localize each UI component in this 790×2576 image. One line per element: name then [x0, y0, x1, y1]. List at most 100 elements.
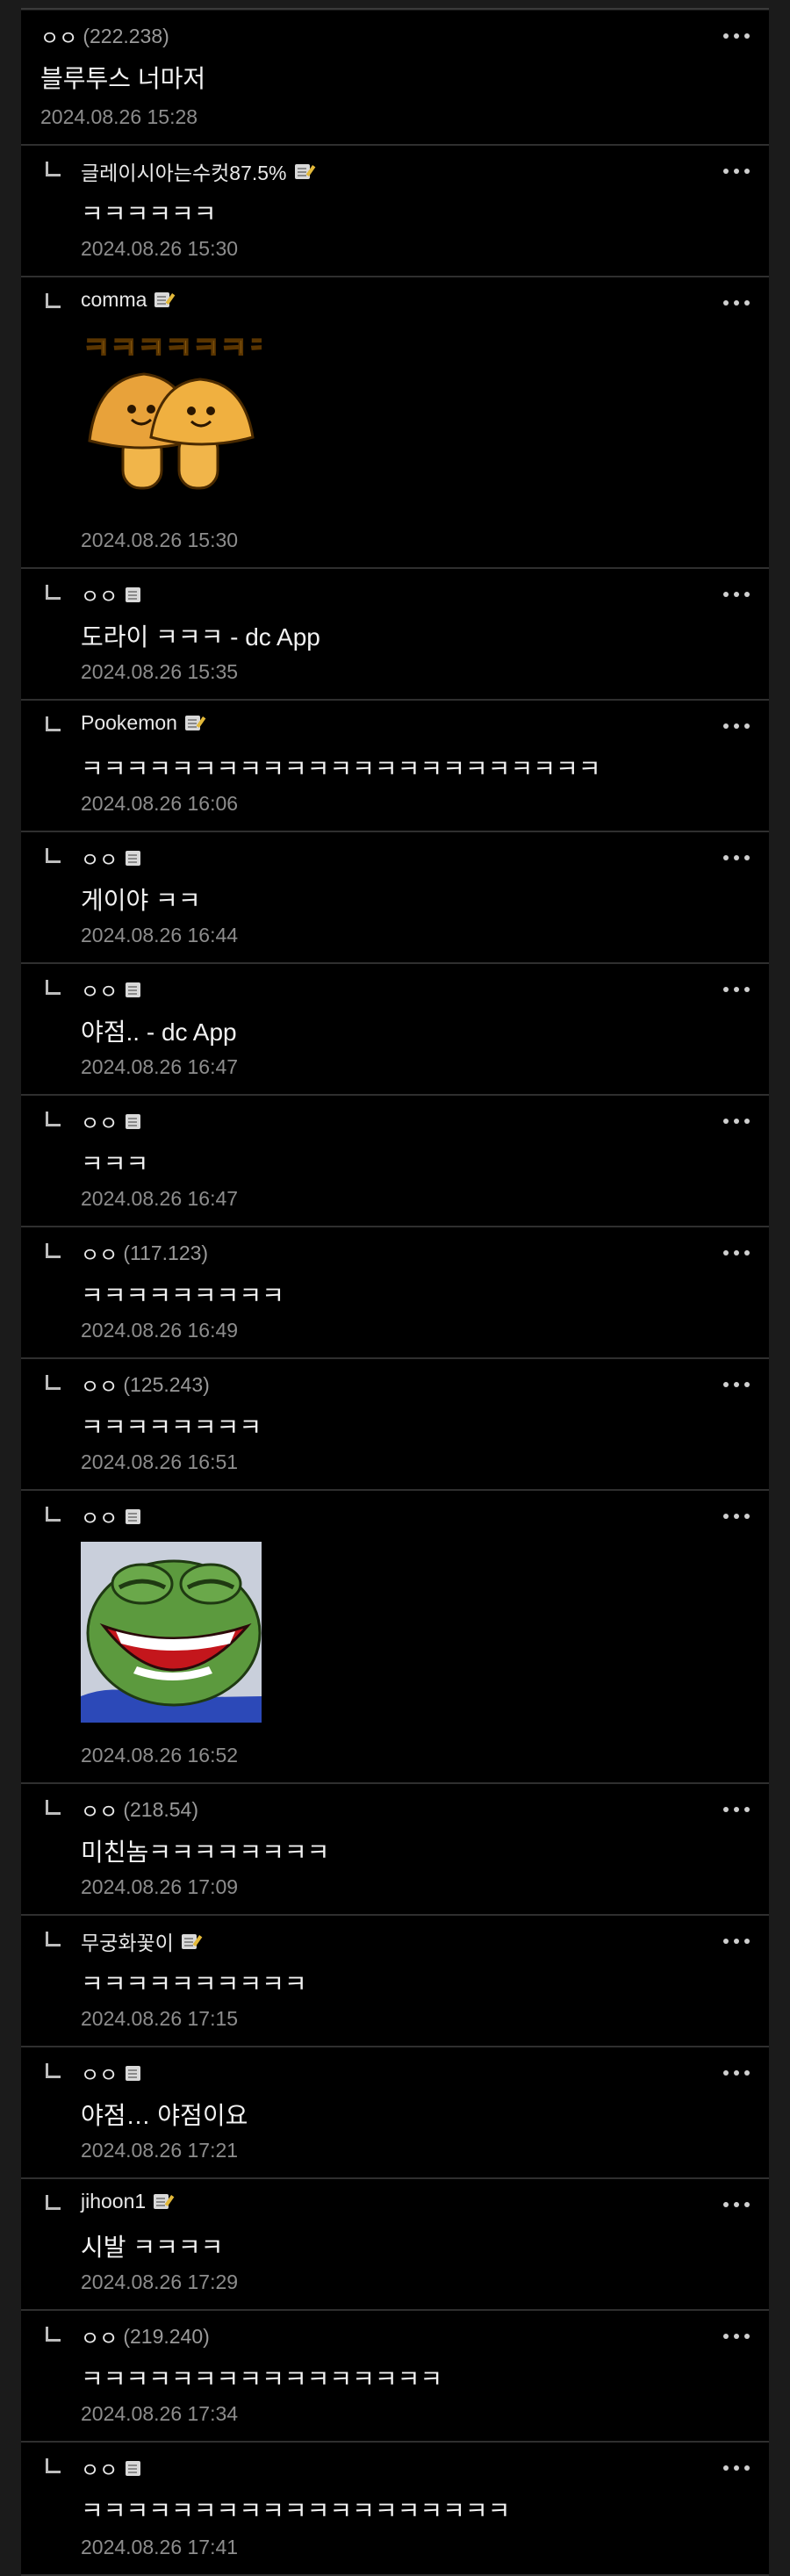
author-nickname[interactable]: 무궁화꽃이	[81, 1926, 174, 1956]
reply-indent-icon	[46, 1112, 61, 1126]
more-dot	[744, 987, 750, 992]
author-nickname[interactable]: 글레이시아는수컷87.5%	[81, 156, 287, 186]
author-nickname[interactable]: ㅇㅇ	[81, 1106, 118, 1136]
reply-comment: ㅇㅇ (218.54) 미친놈ㅋㅋㅋㅋㅋㅋㅋㅋ 2024.08.26 17:09	[21, 1784, 769, 1916]
more-dot	[723, 33, 729, 39]
fixed-nick-badge-icon	[154, 292, 170, 307]
author-ip: (219.240)	[123, 2324, 210, 2348]
more-options-icon[interactable]	[723, 169, 750, 174]
more-options-icon[interactable]	[723, 2202, 750, 2207]
author-nickname[interactable]: ㅇㅇ	[81, 1370, 118, 1400]
author-nickname[interactable]: ㅇㅇ	[81, 843, 118, 873]
reply-indent-icon	[46, 1243, 61, 1258]
comment-text: 야점.. - dc App	[81, 1018, 237, 1046]
reply-comment: ㅇㅇ 게이야 ㅋㅋ 2024.08.26 16:44	[21, 832, 769, 964]
reply-comment: ㅇㅇ (117.123) ㅋㅋㅋㅋㅋㅋㅋㅋㅋ 2024.08.26 16:49	[21, 1227, 769, 1359]
comment-author: Pookemon	[81, 711, 200, 735]
comment-date: 2024.08.26 15:30	[81, 529, 239, 551]
comment-author: ㅇㅇ (125.243)	[81, 1370, 210, 1400]
author-ip: (117.123)	[123, 1241, 209, 1264]
author-nickname[interactable]: ㅇㅇ	[81, 2453, 118, 2483]
more-options-icon[interactable]	[723, 1250, 750, 1256]
comment-author: ㅇㅇ (117.123)	[81, 1238, 208, 1268]
more-options-icon[interactable]	[723, 2070, 750, 2076]
more-options-icon[interactable]	[723, 33, 750, 39]
reply-indent-icon	[46, 716, 61, 731]
author-nickname[interactable]: ㅇㅇ	[81, 2321, 118, 2351]
more-dot	[723, 592, 729, 597]
comment-text: 게이야 ㅋㅋ	[81, 887, 201, 914]
reply-indent-icon	[46, 293, 61, 308]
comment-date: 2024.08.26 16:47	[81, 1187, 239, 1210]
more-dot	[744, 723, 750, 729]
more-dot	[744, 1939, 750, 1944]
more-dot	[734, 1514, 739, 1519]
comment-text: ㅋㅋㅋ	[81, 1150, 149, 1177]
more-dot	[723, 855, 729, 860]
comment-date: 2024.08.26 17:15	[81, 2007, 239, 2030]
more-options-icon[interactable]	[723, 1807, 750, 1812]
author-nickname[interactable]: ㅇㅇ	[81, 1238, 118, 1268]
reply-indent-icon	[46, 1375, 61, 1390]
more-options-icon[interactable]	[723, 592, 750, 597]
more-dot	[744, 592, 750, 597]
more-dot	[744, 1119, 750, 1124]
more-options-icon[interactable]	[723, 855, 750, 860]
more-options-icon[interactable]	[723, 987, 750, 992]
mushroom-sticker: ㅋㅋㅋㅋㅋㅋㅋ	[81, 328, 262, 504]
more-options-icon[interactable]	[723, 1514, 750, 1519]
reply-comment: Pookemon ㅋㅋㅋㅋㅋㅋㅋㅋㅋㅋㅋㅋㅋㅋㅋㅋㅋㅋㅋㅋㅋㅋㅋ 2024.08.2…	[21, 701, 769, 832]
fixed-nick-badge-icon	[126, 982, 141, 997]
more-options-icon[interactable]	[723, 2465, 750, 2471]
comment-author: ㅇㅇ (219.240)	[81, 2321, 210, 2351]
author-nickname[interactable]: ㅇㅇ	[81, 2058, 118, 2088]
more-dot	[734, 2202, 739, 2207]
more-dot	[723, 2070, 729, 2076]
reply-indent-icon	[46, 2195, 61, 2210]
author-nickname[interactable]: jihoon1	[81, 2190, 146, 2213]
author-nickname[interactable]: ㅇㅇ	[81, 579, 118, 609]
comment: ㅇㅇ (222.238) 블루투스 너마저 2024.08.26 15:28	[21, 11, 769, 146]
more-dot	[734, 2334, 739, 2339]
comment-author: 무궁화꽃이	[81, 1926, 197, 1956]
more-options-icon[interactable]	[723, 2334, 750, 2339]
fixed-nick-badge-icon	[126, 2065, 141, 2081]
reply-comment: ㅇㅇ 야점… 야점이요 2024.08.26 17:21	[21, 2047, 769, 2179]
comment-date: 2024.08.26 16:47	[81, 1055, 239, 1078]
fixed-nick-badge-icon	[184, 716, 200, 730]
pepe-laughing-art	[81, 1542, 262, 1723]
more-dot	[723, 1514, 729, 1519]
more-dot	[744, 855, 750, 860]
author-nickname[interactable]: Pookemon	[81, 711, 177, 735]
more-dot	[734, 1807, 739, 1812]
fixed-nick-badge-icon	[126, 2460, 141, 2476]
more-options-icon[interactable]	[723, 1939, 750, 1944]
author-nickname[interactable]: ㅇㅇ	[40, 21, 77, 51]
reply-indent-icon	[46, 1507, 61, 1522]
author-nickname[interactable]: ㅇㅇ	[81, 1501, 118, 1531]
reply-comment: 글레이시아는수컷87.5% ㅋㅋㅋㅋㅋㅋ 2024.08.26 15:30	[21, 146, 769, 277]
reply-indent-icon	[46, 2327, 61, 2342]
comment-date: 2024.08.26 17:34	[81, 2402, 239, 2425]
comment-text: ㅋㅋㅋㅋㅋㅋㅋㅋㅋㅋㅋㅋㅋㅋㅋㅋㅋㅋㅋ	[81, 2497, 511, 2524]
more-options-icon[interactable]	[723, 723, 750, 729]
reply-indent-icon	[46, 162, 61, 176]
more-dot	[723, 1119, 729, 1124]
more-options-icon[interactable]	[723, 1382, 750, 1387]
more-dot	[734, 592, 739, 597]
sticker-laugh-text: ㅋㅋㅋㅋㅋㅋㅋ	[83, 331, 262, 366]
author-ip: (125.243)	[123, 1372, 210, 1396]
comment-text: 도라이 ㅋㅋㅋ - dc App	[81, 623, 320, 651]
comment-list: ㅇㅇ (222.238) 블루투스 너마저 2024.08.26 15:28 글레이시아…	[21, 11, 769, 2576]
more-options-icon[interactable]	[723, 300, 750, 306]
fixed-nick-badge-icon	[126, 1508, 141, 1524]
comment-date: 2024.08.26 16:49	[81, 1319, 239, 1342]
reply-indent-icon	[46, 585, 61, 600]
author-nickname[interactable]: ㅇㅇ	[81, 1795, 118, 1824]
reply-comment: 무궁화꽃이 ㅋㅋㅋㅋㅋㅋㅋㅋㅋㅋ 2024.08.26 17:15	[21, 1916, 769, 2047]
author-nickname[interactable]: ㅇㅇ	[81, 975, 118, 1004]
more-dot	[734, 1382, 739, 1387]
comment-author: ㅇㅇ	[81, 975, 141, 1004]
more-options-icon[interactable]	[723, 1119, 750, 1124]
author-nickname[interactable]: comma	[81, 288, 147, 312]
